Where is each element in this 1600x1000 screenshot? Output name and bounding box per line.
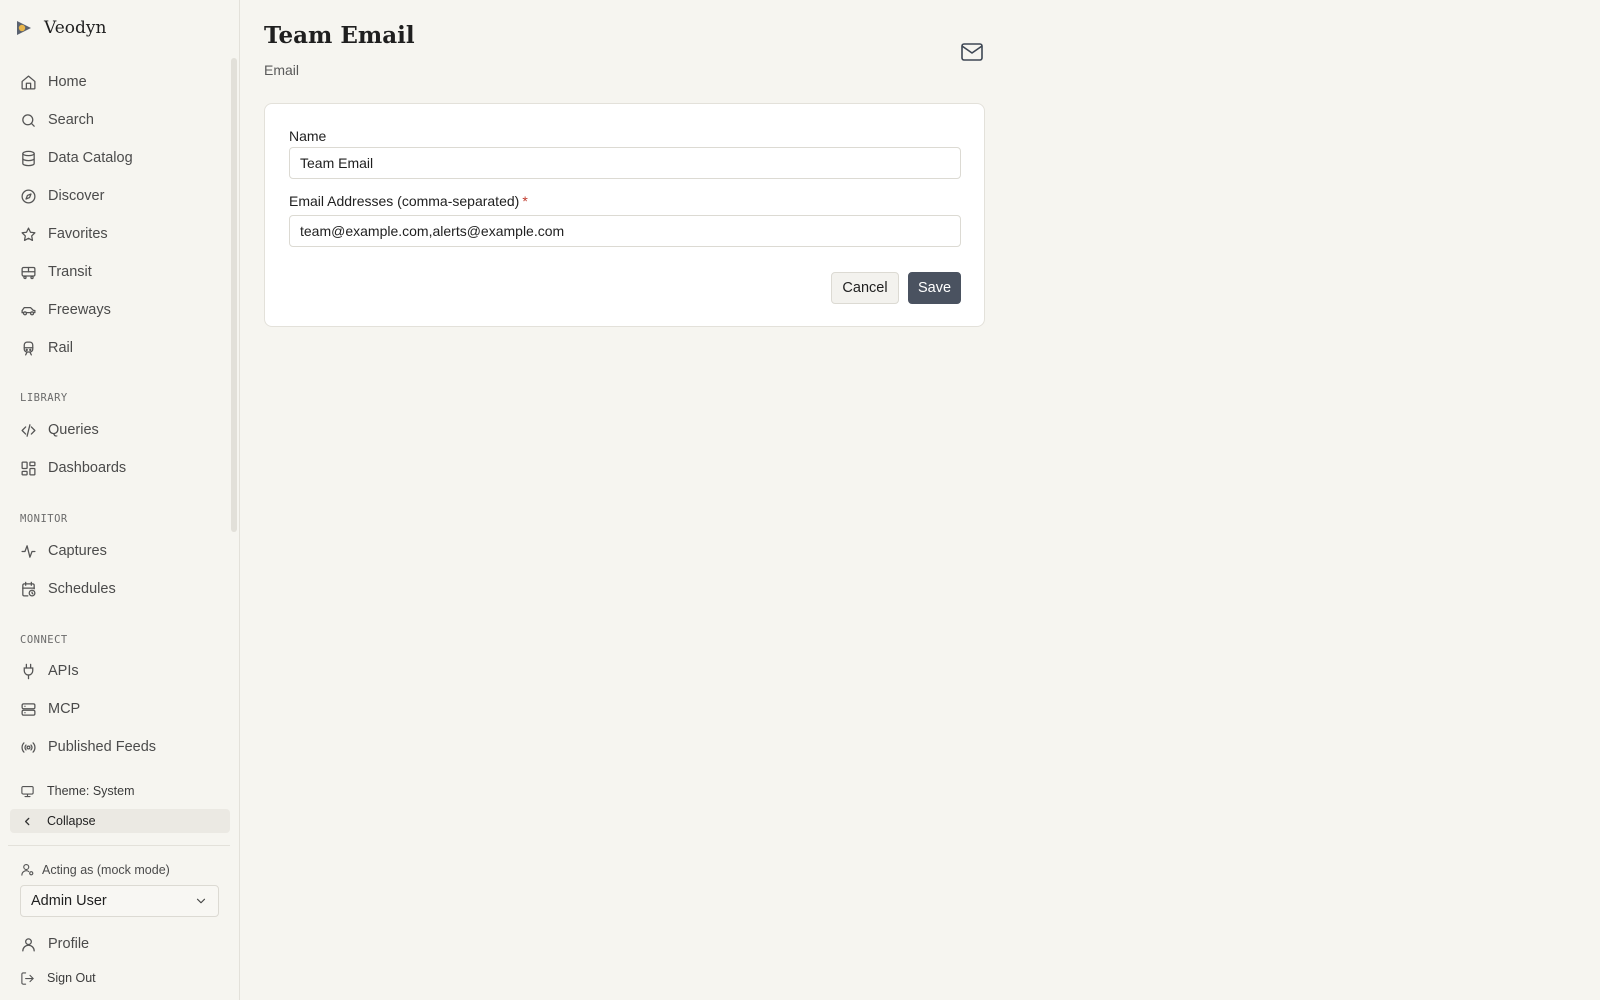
sidebar-item-schedules[interactable]: Schedules: [10, 573, 230, 605]
user-cog-icon: [21, 863, 34, 876]
save-button[interactable]: Save: [908, 272, 961, 304]
sidebar-item-label: Schedules: [48, 581, 116, 597]
sidebar-item-published-feeds[interactable]: Published Feeds: [10, 731, 230, 763]
dashboard-icon: [21, 460, 36, 476]
database-icon: [22, 150, 35, 166]
acting-as-label: Acting as (mock mode): [20, 862, 170, 877]
sidebar-item-label: Captures: [48, 543, 107, 559]
sidebar-item-mcp[interactable]: MCP: [10, 693, 230, 725]
name-input[interactable]: [289, 147, 961, 179]
car-icon: [21, 306, 36, 315]
user-icon: [22, 937, 35, 952]
sidebar-item-label: Discover: [48, 188, 105, 204]
name-label: Name: [289, 128, 326, 144]
sidebar-item-label: Queries: [48, 422, 99, 438]
server-icon: [21, 702, 36, 716]
app-root: Veodyn Home Search Data Catalog Discover…: [0, 0, 1600, 1000]
activity-icon: [21, 544, 36, 558]
sidebar-item-data-catalog[interactable]: Data Catalog: [10, 142, 230, 174]
sidebar-item-label: Profile: [48, 936, 90, 952]
mail-icon: [961, 43, 983, 61]
sidebar-item-label: Search: [48, 112, 94, 128]
emails-label: Email Addresses (comma-separated) *: [289, 193, 528, 209]
sidebar-item-rail[interactable]: Rail: [10, 332, 230, 364]
theme-toggle[interactable]: Theme: System: [10, 779, 230, 803]
sidebar-divider: [8, 845, 230, 846]
required-marker: *: [522, 193, 528, 209]
page-title: Team Email: [264, 22, 415, 49]
sidebar-item-label: APIs: [48, 663, 79, 679]
sidebar-item-apis[interactable]: APIs: [10, 655, 230, 687]
sidebar-item-label: Rail: [48, 340, 73, 356]
sidebar-item-label: Published Feeds: [48, 739, 157, 755]
plug-icon: [23, 663, 34, 679]
section-label-monitor: MONITOR: [20, 513, 68, 525]
sidebar-item-label: Favorites: [48, 226, 108, 242]
compass-icon: [21, 188, 36, 204]
sidebar-item-captures[interactable]: Captures: [10, 535, 230, 567]
home-icon: [21, 74, 36, 90]
brand[interactable]: Veodyn: [12, 15, 106, 41]
train-icon: [23, 340, 34, 356]
sidebar: Veodyn Home Search Data Catalog Discover…: [0, 0, 240, 1000]
sign-out-label: Sign Out: [47, 971, 96, 985]
theme-label: Theme: System: [47, 784, 135, 798]
bus-icon: [21, 266, 36, 279]
page-subtitle: Email: [264, 62, 300, 78]
sidebar-item-dashboards[interactable]: Dashboards: [10, 452, 230, 484]
emails-label-text: Email Addresses (comma-separated): [289, 193, 520, 209]
brand-logo-icon: [17, 21, 31, 35]
sidebar-item-label: Home: [48, 74, 87, 90]
acting-user-value: Admin User: [31, 893, 107, 909]
section-label-connect: CONNECT: [20, 634, 68, 646]
sidebar-item-label: Freeways: [48, 302, 111, 318]
star-icon: [21, 226, 36, 241]
search-icon: [22, 113, 35, 127]
destination-form-card: Name Email Addresses (comma-separated)* …: [264, 103, 985, 327]
section-label-library: LIBRARY: [20, 392, 68, 404]
sidebar-item-label: Data Catalog: [48, 150, 133, 166]
sidebar-scrollbar[interactable]: [231, 58, 237, 532]
sidebar-item-discover[interactable]: Discover: [10, 180, 230, 212]
email-addresses-input[interactable]: [289, 215, 961, 247]
chevron-left-icon: [25, 817, 30, 825]
monitor-icon: [21, 785, 34, 797]
brand-name: Veodyn: [44, 18, 107, 38]
calendar-clock-icon: [22, 581, 36, 597]
sidebar-item-label: Dashboards: [48, 460, 127, 476]
sidebar-item-freeways[interactable]: Freeways: [10, 294, 230, 326]
sidebar-item-favorites[interactable]: Favorites: [10, 218, 230, 250]
sidebar-item-profile[interactable]: Profile: [10, 928, 230, 960]
sidebar-item-label: Transit: [48, 264, 92, 280]
sidebar-item-queries[interactable]: Queries: [10, 414, 230, 446]
acting-as-text: Acting as (mock mode): [42, 862, 170, 877]
chevron-down-icon: [196, 898, 206, 904]
code-icon: [21, 423, 36, 437]
cancel-button[interactable]: Cancel: [831, 272, 899, 304]
collapse-button[interactable]: Collapse: [10, 809, 230, 833]
sign-out-button[interactable]: Sign Out: [10, 966, 230, 990]
sidebar-item-search[interactable]: Search: [10, 104, 230, 136]
sidebar-item-home[interactable]: Home: [10, 66, 230, 98]
log-out-icon: [21, 971, 34, 985]
name-label-text: Name: [289, 128, 327, 144]
broadcast-icon: [21, 741, 36, 753]
sidebar-item-label: MCP: [48, 701, 81, 717]
acting-user-select[interactable]: Admin User: [20, 885, 219, 917]
sidebar-item-transit[interactable]: Transit: [10, 256, 230, 288]
collapse-label: Collapse: [47, 814, 96, 828]
